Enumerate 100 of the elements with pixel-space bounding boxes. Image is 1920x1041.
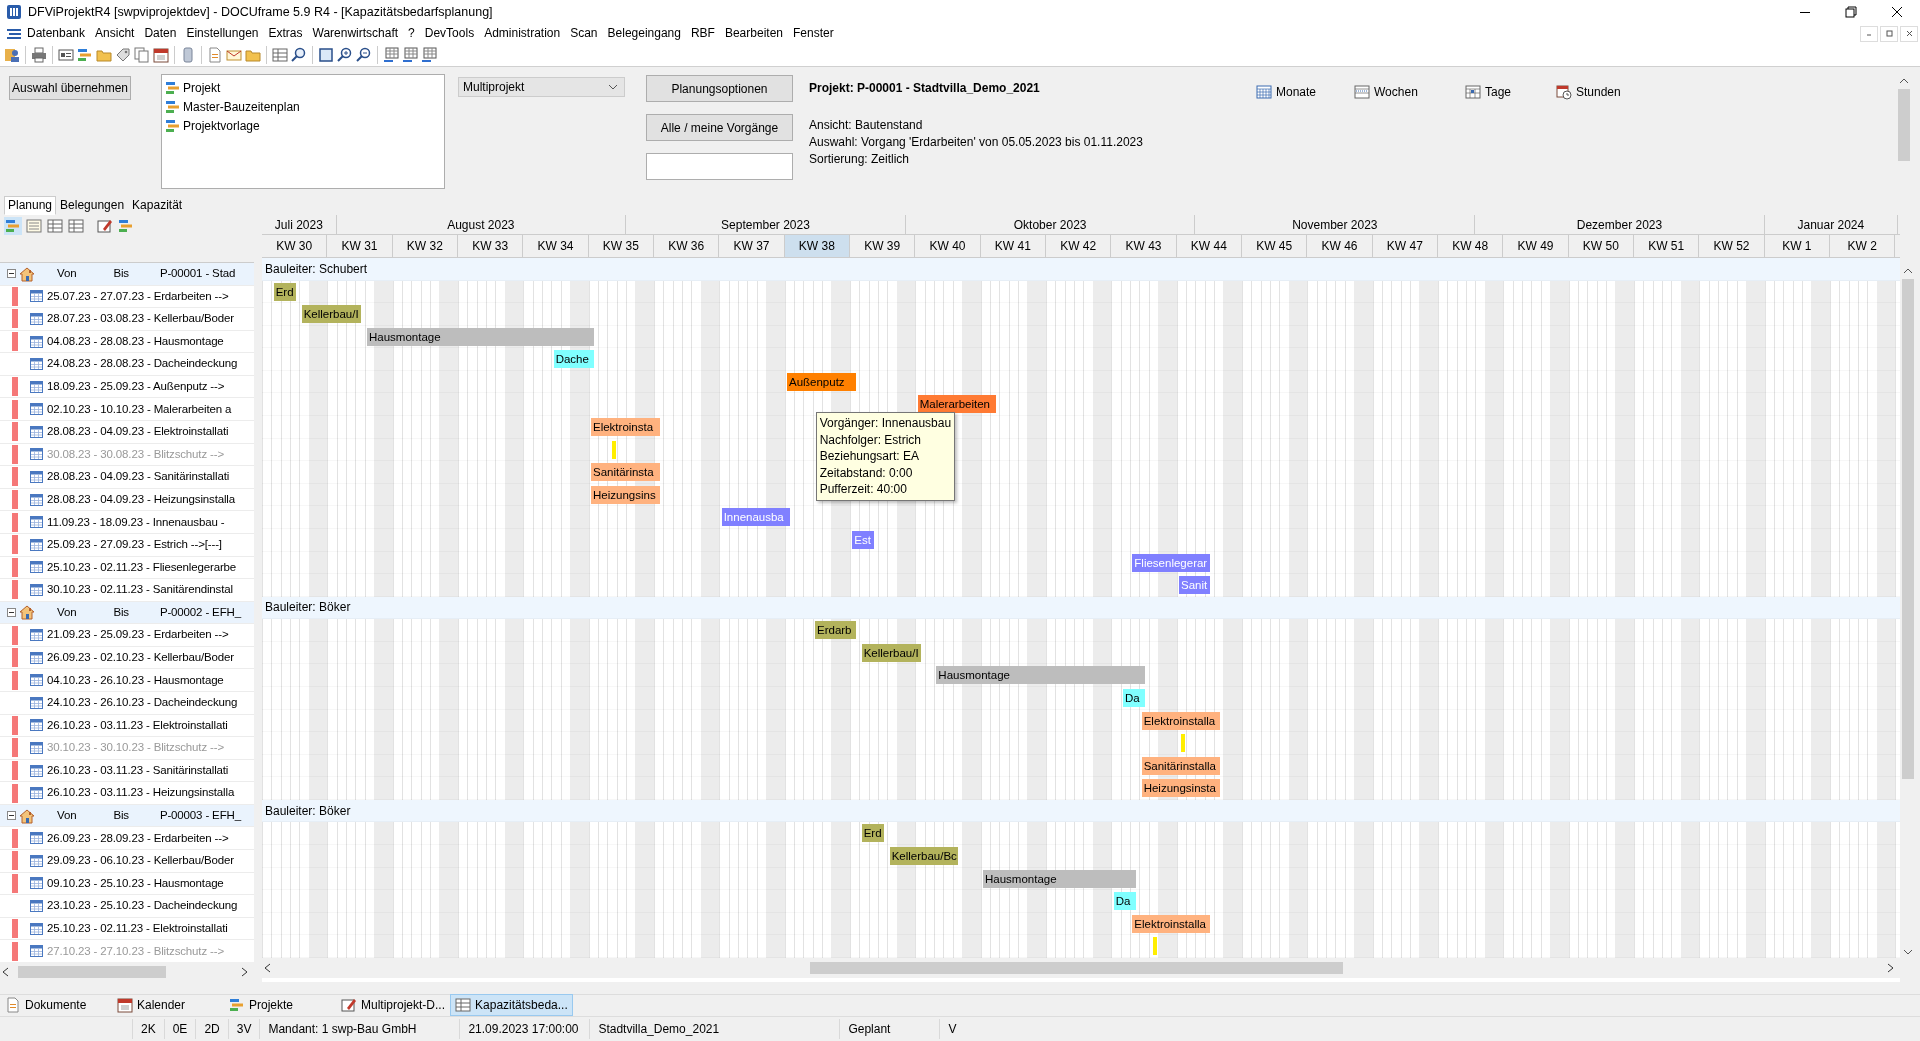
task-bar[interactable]: Elektroinstalla <box>1132 914 1211 933</box>
task-row[interactable]: 24.10.23 - 26.10.23 - Dacheindeckung <box>47 694 238 712</box>
menu-item[interactable]: Extras <box>263 24 308 43</box>
window-tab[interactable]: Projekte <box>224 993 336 1016</box>
window-tab[interactable]: Kalender <box>112 993 224 1016</box>
menu-item[interactable]: Fenster <box>788 24 839 43</box>
menu-item[interactable]: DevTools <box>419 24 480 43</box>
task-bar[interactable]: Erd <box>273 282 296 301</box>
task-row[interactable]: 09.10.23 - 25.10.23 - Hausmontage <box>47 874 224 892</box>
task-bar[interactable]: Hausmontage <box>936 666 1145 685</box>
scale-button[interactable]: Tage <box>1465 83 1556 101</box>
window-tab[interactable]: Kapazitätsbeda... <box>450 993 573 1016</box>
task-row[interactable]: 30.10.23 - 02.11.23 - Sanitärendinstal <box>47 581 233 599</box>
scrollbar-thumb[interactable] <box>810 962 1343 974</box>
task-row[interactable]: 04.08.23 - 28.08.23 - Hausmontage <box>47 332 224 351</box>
frame-icon[interactable] <box>318 46 334 63</box>
menu-item[interactable]: Bearbeiten <box>719 24 788 43</box>
zoom-out-icon[interactable] <box>356 46 372 63</box>
task-row[interactable]: 23.10.23 - 25.10.23 - Dacheindeckung <box>47 897 238 915</box>
task-row[interactable]: 26.09.23 - 28.09.23 - Erdarbeiten --> <box>47 829 229 847</box>
task-row[interactable]: 18.09.23 - 25.09.23 - Außenputz --> <box>47 378 225 396</box>
tag-icon[interactable] <box>115 46 131 63</box>
task-bar[interactable]: Heizungsinsta <box>1141 779 1220 798</box>
task-bar[interactable]: Sanitärinstalla <box>1141 756 1220 775</box>
scroll-up-icon[interactable] <box>1899 77 1909 85</box>
task-row[interactable]: 29.09.23 - 06.10.23 - Kellerbau/Boder <box>47 852 234 870</box>
task-row[interactable]: 11.09.23 - 18.09.23 - Innenausbau - <box>47 513 225 531</box>
phone-icon[interactable] <box>180 46 196 63</box>
scroll-down-icon[interactable] <box>1903 948 1913 956</box>
tab[interactable]: Belegungen <box>56 196 129 215</box>
task-bar[interactable]: Kellerbau/I <box>861 643 921 662</box>
task-row[interactable]: 28.07.23 - 03.08.23 - Kellerbau/Boder <box>47 310 234 328</box>
task-row[interactable]: 26.10.23 - 03.11.23 - Sanitärinstallati <box>47 761 229 780</box>
task-bar[interactable]: Erd <box>861 824 884 843</box>
task-row[interactable]: 02.10.23 - 10.10.23 - Malerarbeiten a <box>47 400 232 418</box>
scale-button[interactable]: Stunden <box>1556 83 1621 101</box>
menu-item[interactable]: Daten <box>139 24 182 43</box>
document-icon[interactable] <box>207 46 223 63</box>
task-bar[interactable]: Hausmontage <box>983 869 1136 888</box>
task-row[interactable]: 21.09.23 - 25.09.23 - Erdarbeiten --> <box>47 626 229 644</box>
menu-item[interactable]: Scan <box>565 24 603 43</box>
card-icon[interactable] <box>58 46 74 63</box>
search-icon[interactable] <box>291 46 307 63</box>
task-bar[interactable]: Heizungsins <box>591 485 660 504</box>
menu-item[interactable]: RBF <box>685 24 720 43</box>
task-row[interactable]: 28.08.23 - 04.09.23 - Elektroinstallati <box>47 423 229 441</box>
filter-button[interactable]: Alle / meine Vorgänge <box>646 114 793 141</box>
task-bar[interactable]: Kellerbau/Bc <box>889 847 959 866</box>
scroll-up-icon[interactable] <box>1903 267 1913 275</box>
grid-icon[interactable] <box>421 46 437 63</box>
menu-icon[interactable] <box>6 26 22 41</box>
task-row[interactable]: 26.09.23 - 02.10.23 - Kellerbau/Boder <box>47 649 234 667</box>
collapse-icon[interactable] <box>7 269 16 279</box>
menu-item[interactable]: Datenbank <box>22 24 91 43</box>
mdi-minimize-button[interactable] <box>1860 25 1878 42</box>
task-row[interactable]: 26.10.23 - 03.11.23 - Elektroinstallati <box>47 716 228 734</box>
menu-item[interactable]: Einstellungen <box>181 24 264 43</box>
menu-item[interactable]: ? <box>403 24 420 43</box>
task-row[interactable]: 24.08.23 - 28.08.23 - Dacheindeckung <box>47 355 238 373</box>
task-bar[interactable]: Da <box>1113 892 1136 911</box>
mdi-close-button[interactable] <box>1900 25 1918 42</box>
list-item[interactable]: Projektvorlage <box>183 116 260 135</box>
table-icon[interactable] <box>47 218 63 234</box>
list-item[interactable]: Projekt <box>183 78 221 97</box>
calendar-icon[interactable] <box>153 46 169 63</box>
task-row[interactable]: 25.07.23 - 27.07.23 - Erdarbeiten --> <box>47 287 229 305</box>
gantt-icon[interactable] <box>118 218 134 234</box>
menu-item[interactable]: Ansicht <box>90 24 140 43</box>
menu-item[interactable]: Belegeingang <box>602 24 686 43</box>
task-bar[interactable]: Außenputz <box>787 372 856 391</box>
task-row[interactable]: 25.09.23 - 27.09.23 - Estrich -->[---] <box>47 536 222 554</box>
grid-icon[interactable] <box>402 46 418 63</box>
menu-item[interactable]: Warenwirtschaft <box>307 24 404 43</box>
copy-icon[interactable] <box>134 46 150 63</box>
list-item[interactable]: Master-Bauzeitenplan <box>183 97 300 116</box>
task-bar[interactable]: Sanitärinsta <box>591 463 660 482</box>
task-row[interactable]: 28.08.23 - 04.09.23 - Sanitärinstallati <box>47 468 230 486</box>
task-bar[interactable]: Da <box>1123 689 1145 707</box>
task-row[interactable]: 28.08.23 - 04.09.23 - Heizungsinstalla <box>47 490 235 509</box>
table-icon[interactable] <box>68 218 84 234</box>
apply-button[interactable]: Auswahl übernehmen <box>9 76 131 100</box>
scrollbar-thumb[interactable] <box>1898 89 1910 161</box>
table-icon[interactable] <box>272 46 288 63</box>
mode-dropdown[interactable]: Multiprojekt <box>458 77 625 97</box>
gantt-icon[interactable] <box>77 46 93 63</box>
task-row[interactable]: 04.10.23 - 26.10.23 - Hausmontage <box>47 671 224 689</box>
window-tab[interactable]: Multiprojekt-D... <box>336 993 451 1016</box>
pencil-icon[interactable] <box>97 218 113 234</box>
scale-button[interactable]: Wochen <box>1354 83 1465 101</box>
window-tab[interactable]: Dokumente <box>0 993 112 1016</box>
search-field[interactable] <box>646 153 793 180</box>
tab[interactable]: Planung <box>4 196 57 215</box>
zoom-in-icon[interactable] <box>337 46 353 63</box>
task-bar[interactable]: Kellerbau/I <box>301 305 361 324</box>
collapse-icon[interactable] <box>7 811 16 821</box>
scrollbar-thumb[interactable] <box>1902 279 1914 779</box>
task-bar[interactable]: Erdarb <box>815 621 856 640</box>
gantt-icon[interactable] <box>5 218 21 234</box>
person-icon[interactable] <box>4 46 20 63</box>
grid-icon[interactable] <box>383 46 399 63</box>
